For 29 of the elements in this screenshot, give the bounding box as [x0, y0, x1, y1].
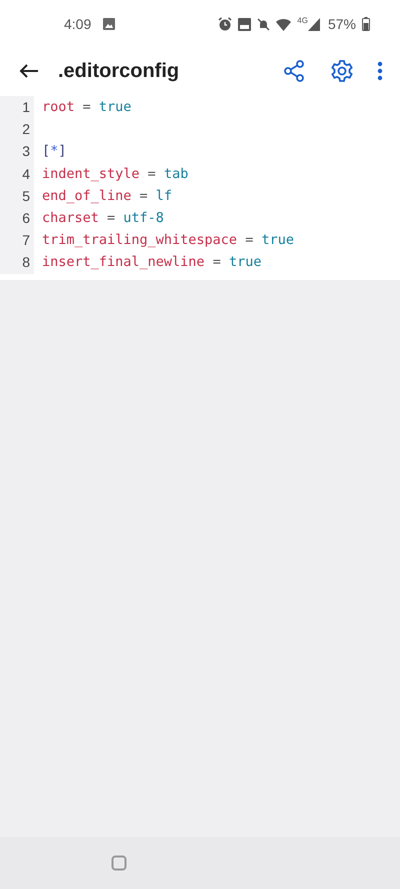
file-title: .editorconfig [58, 60, 180, 82]
line-number: 1 [0, 96, 34, 118]
status-time: 4:09 [64, 16, 92, 32]
line-number: 5 [0, 184, 34, 207]
wifi-icon [276, 18, 292, 30]
battery-icon [362, 17, 370, 31]
code-line: root = true [42, 99, 132, 116]
settings-icon [330, 59, 354, 83]
line-number: 8 [0, 251, 34, 274]
line-number: 4 [0, 162, 34, 185]
line-number: 6 [0, 206, 34, 230]
alarm-icon [218, 17, 232, 31]
more-icon [377, 61, 383, 81]
code-line: trim_trailing_whitespace = true [42, 232, 294, 248]
battery-percent: 57% [328, 16, 356, 32]
image-icon [103, 18, 116, 30]
code-line: charset = utf-8 [42, 210, 164, 226]
line-number: 2 [0, 118, 34, 140]
line-number: 7 [0, 229, 34, 252]
code-line: end_of_line = lf [42, 188, 172, 204]
bell-muted-icon [257, 18, 270, 30]
code-line: insert_final_newline = true [42, 254, 262, 270]
code-line: indent_style = tab [42, 166, 188, 182]
back-arrow-icon [19, 63, 39, 79]
network-label: 4G [297, 16, 308, 25]
code-line: [*] [42, 143, 66, 160]
line-number: 3 [0, 140, 34, 163]
share-icon [283, 60, 305, 82]
signal-icon [308, 18, 320, 30]
